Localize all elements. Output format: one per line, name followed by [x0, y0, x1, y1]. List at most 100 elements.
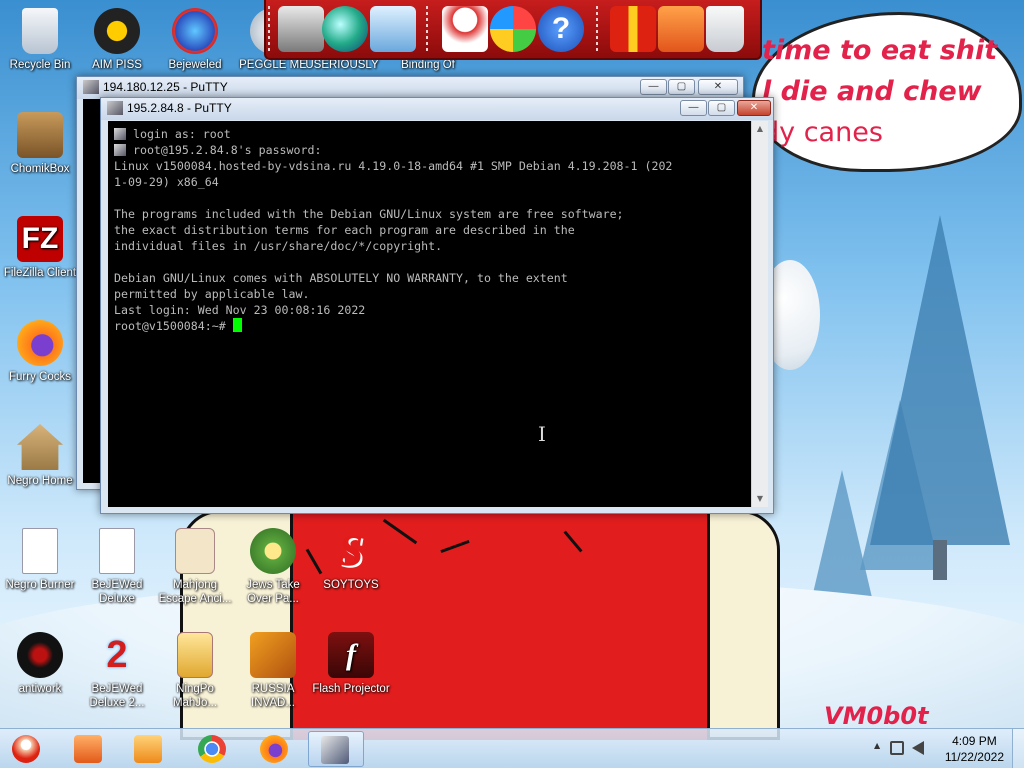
terminal-line: root@v1500084:~# [114, 318, 751, 334]
system-tray: ▲ 4:09 PM 11/22/2022 [864, 729, 1024, 768]
plants-icon [250, 528, 296, 574]
putty-line-icon [114, 144, 126, 156]
speech-line: l die and chew [762, 76, 982, 107]
start-button[interactable] [2, 731, 56, 767]
toolbar-separator [268, 6, 270, 52]
taskbar: ▲ 4:09 PM 11/22/2022 [0, 728, 1024, 768]
firefox-icon [17, 320, 63, 366]
gift-icon[interactable] [610, 6, 656, 52]
home-icon [17, 424, 63, 470]
desktop-icon-negro-burner[interactable]: Negro Burner [1, 528, 79, 592]
desktop-icon-antiwork[interactable]: antiwork [1, 632, 79, 696]
taskbar-chrome[interactable] [186, 731, 238, 767]
terminal-line: permitted by applicable law. [114, 287, 310, 301]
putty-line-icon [114, 128, 126, 140]
file-explorer-icon [74, 735, 102, 763]
trash-icon[interactable] [706, 6, 744, 52]
terminal-scrollbar[interactable]: ▲ ▼ [751, 121, 768, 507]
network-icon[interactable] [370, 6, 416, 52]
desktop-icon-recycle-bin[interactable]: Recycle Bin [1, 8, 79, 72]
desktop-icon-label: antiwork [18, 683, 62, 695]
desktop-icon-label: PEGGLE ME [239, 59, 307, 71]
terminal-text: login as: root [126, 127, 231, 141]
minimize-button[interactable]: — [680, 100, 707, 116]
desktop-icon-russia-invad[interactable]: RUSSIA INVAD... [234, 632, 312, 710]
maximize-button[interactable]: ▢ [708, 100, 735, 116]
taskbar-firefox[interactable] [248, 731, 300, 767]
putty-icon [83, 80, 99, 94]
aim-icon [94, 8, 140, 54]
filezilla-icon: FZ [17, 216, 63, 262]
desktop-icon-label: Negro Burner [5, 579, 75, 591]
scroll-down-icon[interactable]: ▼ [752, 491, 768, 507]
taskbar-putty[interactable] [308, 731, 364, 767]
desktop-icon-flash-projector[interactable]: f Flash Projector [312, 632, 390, 696]
desktop-icon-jews-take-over[interactable]: Jews Take Over Pa... [234, 528, 312, 606]
media-player-icon [134, 735, 162, 763]
show-desktop-button[interactable] [1012, 729, 1024, 768]
recycle-bin-icon [22, 8, 58, 54]
document-icon [99, 528, 135, 574]
soytoys-icon: S [338, 526, 364, 575]
taskbar-media-player[interactable] [122, 731, 174, 767]
network-icon[interactable] [890, 741, 904, 755]
desktop-icon-label: BeJEWed Deluxe 2... [89, 683, 145, 709]
desktop-icon-label: ChomikBox [10, 163, 70, 175]
scroll-up-icon[interactable]: ▲ [752, 121, 768, 137]
terminal-line: individual files in /usr/share/doc/*/cop… [114, 239, 443, 253]
terminal-line: The programs included with the Debian GN… [114, 207, 624, 221]
shell-prompt: root@v1500084:~# [114, 319, 233, 333]
bejeweled2-icon: 2 [106, 634, 128, 676]
terminal-line: Last login: Wed Nov 23 00:08:16 2022 [114, 303, 366, 317]
desktop-icon-ningpo[interactable]: NingPo MahJo... [156, 632, 234, 710]
desktop-icon-bejewed-deluxe-2[interactable]: 2 BeJEWed Deluxe 2... [78, 632, 156, 710]
window-titlebar[interactable]: 195.2.84.8 - PuTTY — ▢ ✕ [101, 98, 773, 120]
desktop-icon-label: Mahjong Escape Anci... [158, 579, 232, 605]
putty-window-front[interactable]: 195.2.84.8 - PuTTY — ▢ ✕ login as: root … [100, 97, 774, 514]
tree-shape [870, 215, 1010, 545]
desktop-icon-label: Jews Take Over Pa... [246, 579, 300, 605]
snowman-icon[interactable] [442, 6, 488, 52]
terminal-line: root@195.2.84.8's password: [114, 142, 751, 158]
desktop-icon-bejeweled[interactable]: Bejeweled [156, 8, 234, 72]
desktop-icon-chomikbox[interactable]: ChomikBox [1, 112, 79, 176]
desktop-icon-label: RUSSIA INVAD... [251, 683, 295, 709]
clock[interactable]: 4:09 PM 11/22/2022 [945, 733, 1004, 765]
toolbar-separator [426, 6, 428, 52]
desktop-icon-mahjong[interactable]: Mahjong Escape Anci... [156, 528, 234, 606]
desktop-icon-label: Binding Of [401, 59, 455, 71]
maximize-button[interactable]: ▢ [668, 79, 695, 95]
window-titlebar[interactable]: 194.180.12.25 - PuTTY — ▢ ✕ [77, 77, 743, 99]
tray-expand-icon[interactable]: ▲ [874, 741, 880, 750]
desktop-icon-negro-home[interactable]: Negro Home [1, 424, 79, 488]
desktop-icon-aim[interactable]: AIM PISS [78, 8, 156, 72]
help-icon[interactable]: ? [538, 6, 584, 52]
desktop-icon-label: Negro Home [7, 475, 73, 487]
firefox-icon [260, 735, 288, 763]
desktop-icon-label: FileZilla Client [3, 267, 77, 279]
window-title: 194.180.12.25 - PuTTY [103, 80, 228, 94]
mahjong-icon [175, 528, 215, 574]
terminal[interactable]: login as: root root@195.2.84.8's passwor… [108, 121, 751, 507]
computer-icon[interactable] [278, 6, 324, 52]
volume-icon[interactable] [912, 741, 924, 755]
globe-icon[interactable] [322, 6, 368, 52]
minimize-button[interactable]: — [640, 79, 667, 95]
window-title: 195.2.84.8 - PuTTY [127, 101, 232, 115]
desktop-icon-label: AIM PISS [92, 59, 142, 71]
clock-time: 4:09 PM [952, 734, 997, 748]
close-button[interactable]: ✕ [737, 100, 771, 116]
folder-icon[interactable] [658, 6, 704, 52]
desktop-icon-furry-cocks[interactable]: Furry Cocks [1, 320, 79, 384]
desktop-icon-soytoys[interactable]: S SOYTOYS [312, 528, 390, 592]
desktop-icon-bejewed-deluxe[interactable]: BeJEWed Deluxe [78, 528, 156, 606]
desktop-icon-label: USERIOUSLY [305, 59, 379, 71]
speech-bubble-text: time to eat shit l die and chew dy canes [762, 30, 1012, 153]
terminal-line: login as: root [114, 126, 751, 142]
desktop-icon-filezilla[interactable]: FZ FileZilla Client [1, 216, 79, 280]
windows-icon[interactable] [490, 6, 536, 52]
taskbar-file-explorer[interactable] [62, 731, 114, 767]
close-button[interactable]: ✕ [698, 79, 738, 95]
